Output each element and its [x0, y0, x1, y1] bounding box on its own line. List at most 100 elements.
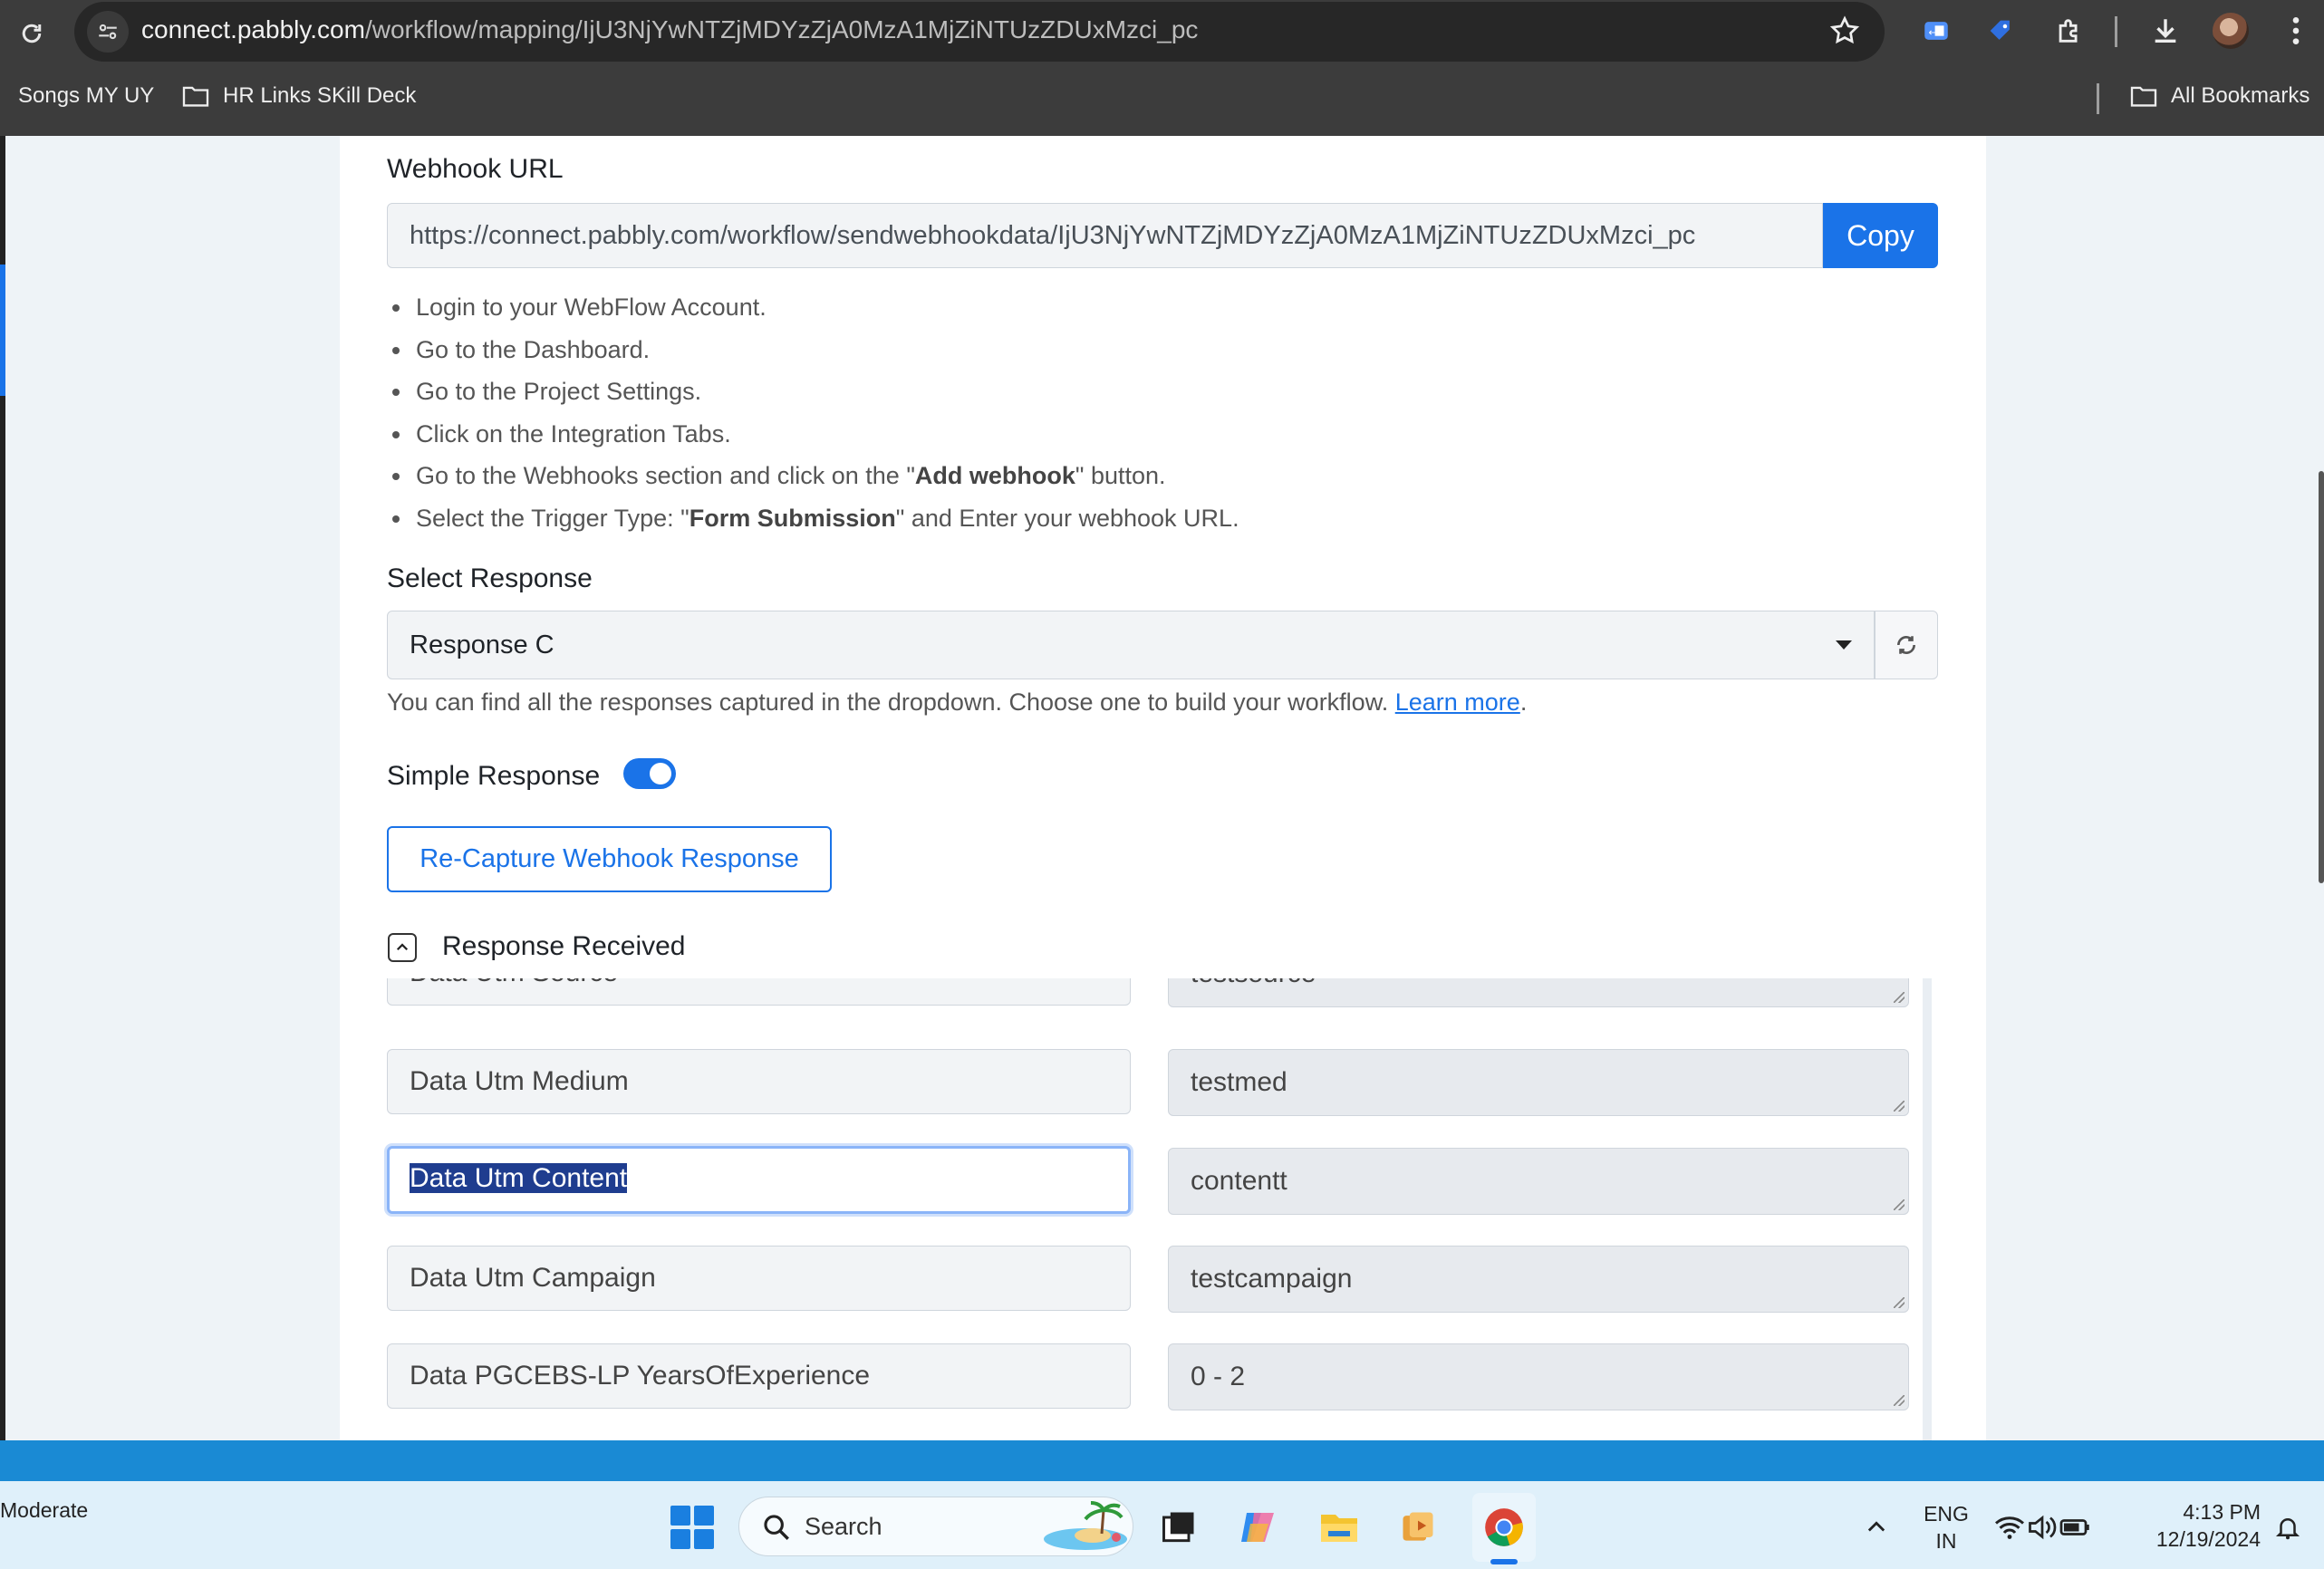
copy-button[interactable]: Copy	[1823, 203, 1938, 268]
chrome-icon[interactable]	[1479, 1502, 1529, 1553]
volume-icon	[2029, 1515, 2057, 1540]
response-select[interactable]: Response C	[387, 611, 1875, 679]
page-scrollbar-thumb[interactable]	[2319, 471, 2324, 883]
extension-tag-icon[interactable]	[1982, 13, 2019, 49]
instruction-item: Login to your WebFlow Account.	[392, 286, 1239, 329]
response-key-field[interactable]: Data Utm Campaign	[387, 1246, 1131, 1311]
bookmark-hr-links[interactable]: HR Links SKill Deck	[181, 83, 416, 109]
response-fields-panel: Data Utm Source testsource Data Utm Medi…	[353, 978, 1939, 1440]
chevron-up-icon	[396, 943, 409, 951]
refresh-responses-button[interactable]	[1875, 611, 1938, 679]
selected-key-text: Data Utm Content	[410, 1163, 628, 1193]
response-value-field[interactable]: testmed	[1168, 1049, 1909, 1116]
downloads-icon[interactable]	[2147, 13, 2184, 49]
response-hint: You can find all the responses captured …	[387, 688, 1527, 717]
extension-translate-icon[interactable]: ←	[1918, 13, 1954, 49]
url-text[interactable]: connect.pabbly.com/workflow/mapping/IjU3…	[141, 15, 1198, 44]
address-bar[interactable]: connect.pabbly.com/workflow/mapping/IjU3…	[74, 2, 1885, 62]
instruction-bold: Form Submission	[689, 504, 896, 532]
clock-date: 12/19/2024	[2155, 1527, 2261, 1551]
tray-overflow-chevron-icon[interactable]	[1851, 1502, 1902, 1553]
simple-response-label: Simple Response	[387, 761, 601, 791]
instruction-item: Go to the Project Settings.	[392, 371, 1239, 413]
instruction-bold: Add webhook	[914, 462, 1075, 489]
folder-icon	[2130, 86, 2157, 107]
webhook-url-field[interactable]: https://connect.pabbly.com/workflow/send…	[387, 203, 1823, 268]
instruction-text: Select the Trigger Type: "	[416, 504, 689, 532]
copilot-icon[interactable]	[1232, 1502, 1283, 1553]
url-path: /workflow/mapping/IjU3NjYwNTZjMDYzZjA0Mz…	[364, 15, 1199, 43]
simple-response-toggle[interactable]	[623, 758, 676, 789]
instruction-text: Go to the Project Settings.	[416, 378, 702, 405]
clock-time: 4:13 PM	[2183, 1500, 2261, 1524]
bookmark-songs[interactable]: Songs MY UY	[18, 83, 154, 109]
svg-text:←: ←	[1929, 26, 1938, 39]
browser-menu-icon[interactable]	[2283, 13, 2309, 53]
taskbar-search[interactable]: Search	[738, 1497, 1133, 1556]
system-status-icons[interactable]	[1988, 1502, 2097, 1553]
task-view-icon[interactable]	[1153, 1502, 1204, 1553]
bookmark-star-icon[interactable]	[1828, 14, 1861, 52]
instruction-text: Go to the Webhooks section and click on …	[416, 462, 915, 489]
instruction-item: Click on the Integration Tabs.	[392, 413, 1239, 456]
learn-more-link[interactable]: Learn more	[1395, 688, 1520, 716]
search-highlight-icon	[1044, 1501, 1127, 1550]
response-key-field-focused[interactable]: Data Utm Content	[387, 1146, 1131, 1214]
instruction-item: Go to the Dashboard.	[392, 329, 1239, 371]
all-bookmarks-label: All Bookmarks	[2171, 83, 2310, 108]
response-value-field[interactable]: testsource	[1168, 978, 1909, 1007]
file-explorer-icon[interactable]	[1314, 1502, 1365, 1553]
bookmark-hr-links-label: HR Links SKill Deck	[223, 83, 417, 108]
response-key-field[interactable]: Data Utm Source	[387, 978, 1131, 1006]
webhook-url-label: Webhook URL	[387, 154, 564, 184]
site-info-icon[interactable]	[87, 11, 129, 53]
wifi-icon	[1995, 1516, 2024, 1539]
notification-bell-icon[interactable]	[2270, 1502, 2306, 1553]
desktop-strip	[0, 1440, 2324, 1481]
recapture-webhook-button[interactable]: Re-Capture Webhook Response	[387, 826, 832, 892]
response-panel-scrollbar[interactable]	[1923, 978, 1932, 1440]
hint-end: .	[1519, 688, 1528, 716]
search-icon	[764, 1515, 789, 1540]
url-host: connect.pabbly.com	[141, 15, 365, 43]
response-select-value: Response C	[410, 630, 554, 659]
all-bookmarks[interactable]: All Bookmarks	[2129, 83, 2310, 109]
profile-avatar[interactable]	[2213, 13, 2249, 49]
response-value-field[interactable]: testcampaign	[1168, 1246, 1909, 1313]
instruction-item: Select the Trigger Type: "Form Submissio…	[392, 497, 1239, 540]
search-placeholder: Search	[805, 1513, 882, 1540]
instruction-text: Login to your WebFlow Account.	[416, 294, 767, 321]
setup-instructions: Login to your WebFlow Account. Go to the…	[392, 286, 1239, 539]
response-value-field[interactable]: 0 - 2	[1168, 1343, 1909, 1410]
language-indicator[interactable]: ENG IN	[1916, 1500, 1976, 1555]
refresh-icon	[1897, 636, 1915, 654]
browser-toolbar: connect.pabbly.com/workflow/mapping/IjU3…	[0, 0, 2324, 136]
left-edge-accent	[0, 265, 5, 396]
response-key-field[interactable]: Data PGCEBS-LP YearsOfExperience	[387, 1343, 1131, 1409]
response-key-field[interactable]: Data Utm Medium	[387, 1049, 1131, 1114]
extensions-puzzle-icon[interactable]	[2051, 13, 2088, 49]
bookmark-songs-label: Songs MY UY	[18, 83, 155, 108]
instruction-text: Click on the Integration Tabs.	[416, 419, 731, 448]
folder-icon	[182, 86, 209, 107]
clock[interactable]: 4:13 PM 12/19/2024	[2134, 1498, 2261, 1553]
windows-start-icon[interactable]	[670, 1506, 714, 1549]
hint-text: You can find all the responses captured …	[387, 688, 1389, 716]
instruction-text: " button.	[1075, 462, 1166, 489]
toolbar-separator	[2115, 16, 2117, 47]
response-received-label: Response Received	[442, 931, 686, 961]
language-code: ENG	[1924, 1502, 1969, 1526]
instruction-text: Go to the Dashboard.	[416, 335, 651, 363]
weather-widget[interactable]: Moderate	[0, 1498, 88, 1523]
bookmark-separator	[2097, 83, 2099, 114]
instruction-item: Go to the Webhooks section and click on …	[392, 455, 1239, 497]
battery-icon	[2059, 1519, 2089, 1535]
active-app-indicator	[1490, 1559, 1518, 1564]
reload-icon[interactable]	[11, 13, 53, 54]
response-value-field[interactable]: contentt	[1168, 1148, 1909, 1215]
region-code: IN	[1935, 1529, 1957, 1553]
select-response-label: Select Response	[387, 563, 593, 593]
instruction-text: " and Enter your webhook URL.	[895, 504, 1239, 532]
media-player-icon[interactable]	[1393, 1502, 1443, 1553]
collapse-response-button[interactable]	[388, 933, 417, 962]
